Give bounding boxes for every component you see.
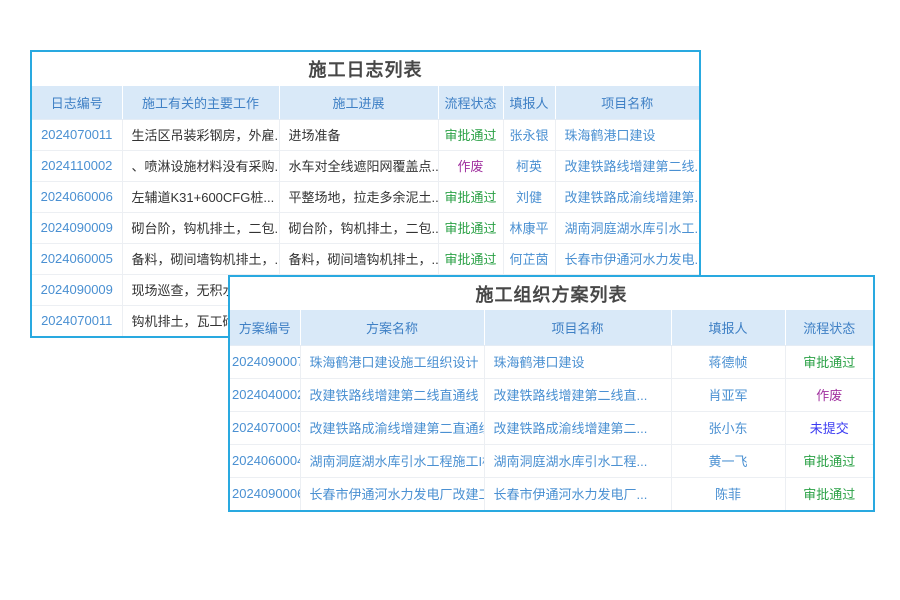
log-work-cell: 砌台阶，钩机排土，二包...: [122, 212, 279, 243]
plan-project-link[interactable]: 长春市伊通河水力发电厂...: [494, 487, 648, 502]
plan-row: 2024090007 珠海鹤港口建设施工组织设计 珠海鹤港口建设 蒋德帧 审批通…: [230, 345, 873, 378]
log-project-link[interactable]: 珠海鹤港口建设: [565, 128, 656, 143]
log-row: 2024110002 、喷淋设施材料没有采购... 水车对全线遮阳网覆盖点...…: [32, 150, 699, 181]
plan-name-link[interactable]: 湖南洞庭湖水库引水工程施工I标施工组织...: [310, 454, 485, 469]
log-id-link[interactable]: 2024090009: [41, 220, 113, 235]
log-project-link[interactable]: 长春市伊通河水力发电...: [565, 252, 700, 267]
log-col-header-id: 日志编号: [32, 86, 122, 119]
plan-name-link[interactable]: 珠海鹤港口建设施工组织设计: [310, 355, 479, 370]
plan-status-cell: 审批通过: [785, 345, 873, 378]
log-work-cell: 左辅道K31+600CFG桩...: [122, 181, 279, 212]
plan-col-header-reporter: 填报人: [671, 310, 785, 345]
plan-project-link[interactable]: 改建铁路线增建第二线直...: [494, 388, 648, 403]
plan-id-link[interactable]: 2024040002: [232, 387, 300, 402]
log-project-link[interactable]: 湖南洞庭湖水库引水工...: [565, 221, 700, 236]
log-work-cell: 、喷淋设施材料没有采购...: [122, 150, 279, 181]
plan-table-card: 施工组织方案列表 方案编号 方案名称 项目名称 填报人 流程状态 2024090…: [228, 275, 875, 512]
log-id-link[interactable]: 2024060005: [41, 251, 113, 266]
log-row: 2024060005 备料，砌间墙钩机排土，... 备料，砌间墙钩机排土，...…: [32, 243, 699, 274]
plan-reporter-cell: 黄一飞: [671, 444, 785, 477]
log-project-link[interactable]: 改建铁路成渝线增建第...: [565, 190, 700, 205]
log-status-cell: 审批通过: [438, 181, 503, 212]
plan-name-link[interactable]: 改建铁路成渝线增建第二直通线（成渝枢...: [310, 421, 485, 436]
log-progress-cell: 平整场地，拉走多余泥土...: [279, 181, 438, 212]
plan-col-header-project: 项目名称: [484, 310, 671, 345]
log-col-header-progress: 施工进展: [279, 86, 438, 119]
log-row: 2024090009 砌台阶，钩机排土，二包... 砌台阶，钩机排土，二包...…: [32, 212, 699, 243]
plan-row: 2024060004 湖南洞庭湖水库引水工程施工I标施工组织... 湖南洞庭湖水…: [230, 444, 873, 477]
plan-project-link[interactable]: 湖南洞庭湖水库引水工程...: [494, 454, 648, 469]
log-id-link[interactable]: 2024070011: [41, 127, 112, 142]
log-progress-cell: 砌台阶，钩机排土，二包...: [279, 212, 438, 243]
log-status-cell: 审批通过: [438, 119, 503, 150]
log-col-header-reporter: 填报人: [503, 86, 555, 119]
log-reporter-cell: 刘健: [503, 181, 555, 212]
plan-row: 2024090006 长春市伊通河水力发电厂改建工程施工组... 长春市伊通河水…: [230, 477, 873, 510]
log-id-link[interactable]: 2024110002: [41, 158, 112, 173]
log-status-cell: 作废: [438, 150, 503, 181]
log-table-title: 施工日志列表: [32, 52, 699, 86]
plan-id-link[interactable]: 2024090006: [232, 486, 300, 501]
plan-reporter-cell: 蒋德帧: [671, 345, 785, 378]
plan-table: 方案编号 方案名称 项目名称 填报人 流程状态 2024090007 珠海鹤港口…: [230, 310, 873, 510]
log-status-cell: 审批通过: [438, 212, 503, 243]
log-col-header-project: 项目名称: [555, 86, 699, 119]
plan-table-title: 施工组织方案列表: [230, 277, 873, 310]
log-progress-cell: 进场准备: [279, 119, 438, 150]
page: 施工日志列表 日志编号 施工有关的主要工作 施工进展 流程状态 填报人 项目名称…: [0, 0, 900, 600]
log-col-header-work: 施工有关的主要工作: [122, 86, 279, 119]
plan-name-link[interactable]: 长春市伊通河水力发电厂改建工程施工组...: [310, 487, 485, 502]
plan-col-header-name: 方案名称: [300, 310, 484, 345]
log-row: 2024070011 生活区吊装彩钢房，外雇... 进场准备 审批通过 张永银 …: [32, 119, 699, 150]
log-project-link[interactable]: 改建铁路线增建第二线...: [565, 159, 700, 174]
log-progress-cell: 备料，砌间墙钩机排土，...: [279, 243, 438, 274]
plan-status-cell: 未提交: [785, 411, 873, 444]
plan-reporter-cell: 陈菲: [671, 477, 785, 510]
plan-header-row: 方案编号 方案名称 项目名称 填报人 流程状态: [230, 310, 873, 345]
log-reporter-cell: 张永银: [503, 119, 555, 150]
plan-id-link[interactable]: 2024090007: [232, 354, 300, 369]
plan-id-link[interactable]: 2024070005: [232, 420, 300, 435]
log-id-link[interactable]: 2024060006: [41, 189, 113, 204]
plan-status-cell: 审批通过: [785, 444, 873, 477]
log-id-link[interactable]: 2024070011: [41, 313, 112, 328]
plan-col-header-status: 流程状态: [785, 310, 873, 345]
plan-reporter-cell: 肖亚军: [671, 378, 785, 411]
plan-col-header-id: 方案编号: [230, 310, 300, 345]
plan-id-link[interactable]: 2024060004: [232, 453, 300, 468]
plan-project-link[interactable]: 改建铁路成渝线增建第二...: [494, 421, 648, 436]
log-reporter-cell: 林康平: [503, 212, 555, 243]
plan-reporter-cell: 张小东: [671, 411, 785, 444]
plan-row: 2024070005 改建铁路成渝线增建第二直通线（成渝枢... 改建铁路成渝线…: [230, 411, 873, 444]
log-work-cell: 生活区吊装彩钢房，外雇...: [122, 119, 279, 150]
log-id-link[interactable]: 2024090009: [41, 282, 113, 297]
plan-status-cell: 作废: [785, 378, 873, 411]
log-progress-cell: 水车对全线遮阳网覆盖点...: [279, 150, 438, 181]
plan-project-link[interactable]: 珠海鹤港口建设: [494, 355, 585, 370]
log-col-header-status: 流程状态: [438, 86, 503, 119]
log-header-row: 日志编号 施工有关的主要工作 施工进展 流程状态 填报人 项目名称: [32, 86, 699, 119]
log-reporter-cell: 何芷茵: [503, 243, 555, 274]
plan-row: 2024040002 改建铁路线增建第二线直通线（成都-西... 改建铁路线增建…: [230, 378, 873, 411]
log-reporter-cell: 柯英: [503, 150, 555, 181]
plan-name-link[interactable]: 改建铁路线增建第二线直通线（成都-西...: [310, 388, 485, 403]
plan-status-cell: 审批通过: [785, 477, 873, 510]
log-status-cell: 审批通过: [438, 243, 503, 274]
log-row: 2024060006 左辅道K31+600CFG桩... 平整场地，拉走多余泥土…: [32, 181, 699, 212]
log-work-cell: 备料，砌间墙钩机排土，...: [122, 243, 279, 274]
